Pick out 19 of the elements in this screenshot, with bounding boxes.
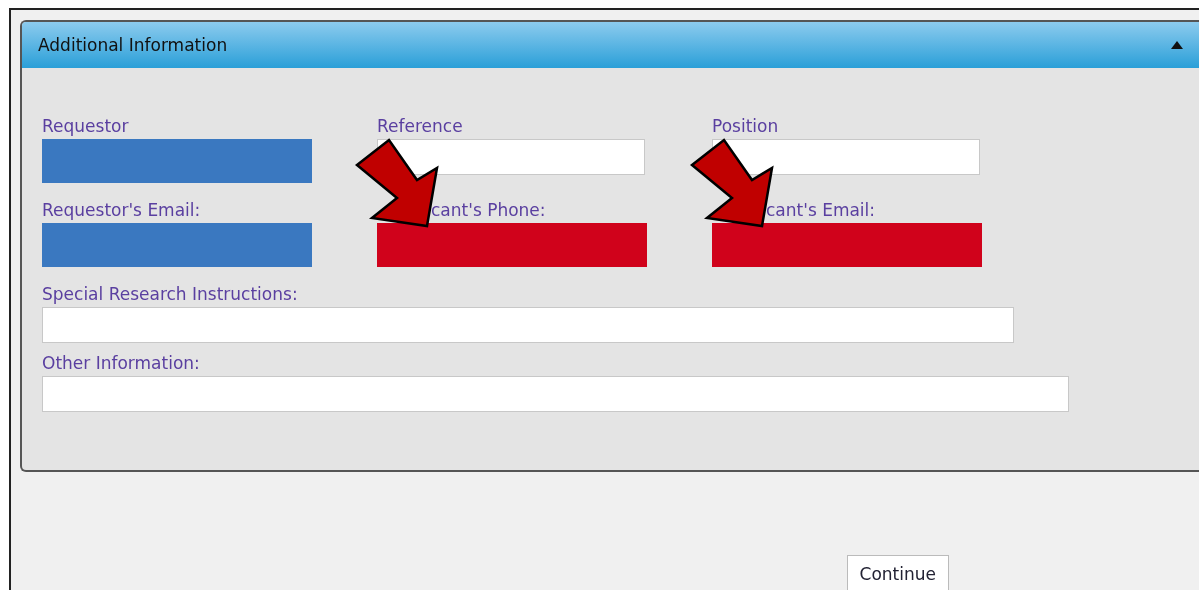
field-label: Reference (377, 116, 464, 136)
input-field[interactable] (42, 376, 1069, 412)
input-field[interactable] (377, 139, 645, 175)
field-label: Other Information: (42, 353, 201, 373)
panel-title: Additional Information (38, 35, 228, 55)
field-label: cant's Email: (765, 200, 877, 220)
field-label: Requestor's Email: (42, 200, 202, 220)
input-field[interactable] (377, 223, 647, 267)
input-field[interactable] (42, 307, 1014, 343)
collapse-icon[interactable] (1171, 41, 1183, 49)
input-field[interactable] (42, 139, 312, 183)
input-field[interactable] (712, 223, 982, 267)
field-label: Position (712, 116, 780, 136)
field-label: Requestor (42, 116, 130, 136)
input-field[interactable] (42, 223, 312, 267)
field-label: Special Research Instructions: (42, 284, 299, 304)
continue-button[interactable]: Continue (846, 555, 949, 590)
field-label: cant's Phone: (430, 200, 547, 220)
input-field[interactable] (712, 139, 980, 175)
